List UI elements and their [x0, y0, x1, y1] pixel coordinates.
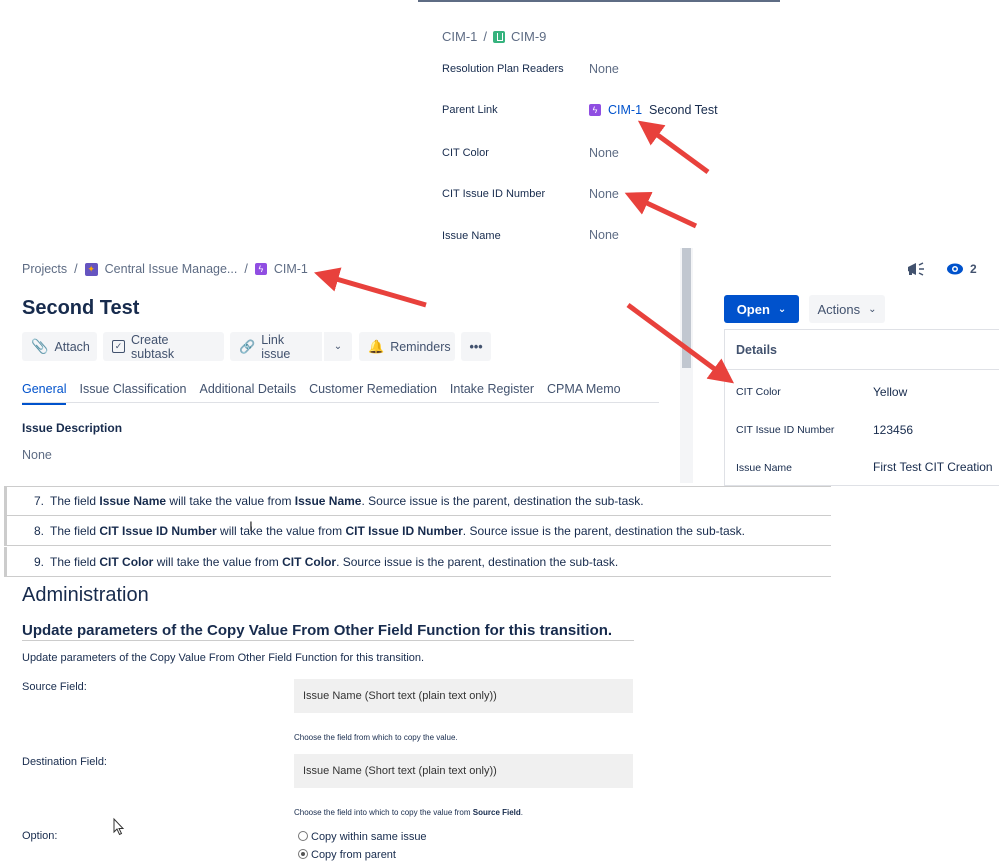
annotation-arrow	[637, 120, 710, 175]
annotation-arrows	[313, 120, 735, 384]
annotation-arrow	[624, 191, 698, 229]
annotation-arrow	[313, 267, 427, 308]
annotation-arrow	[626, 302, 735, 384]
